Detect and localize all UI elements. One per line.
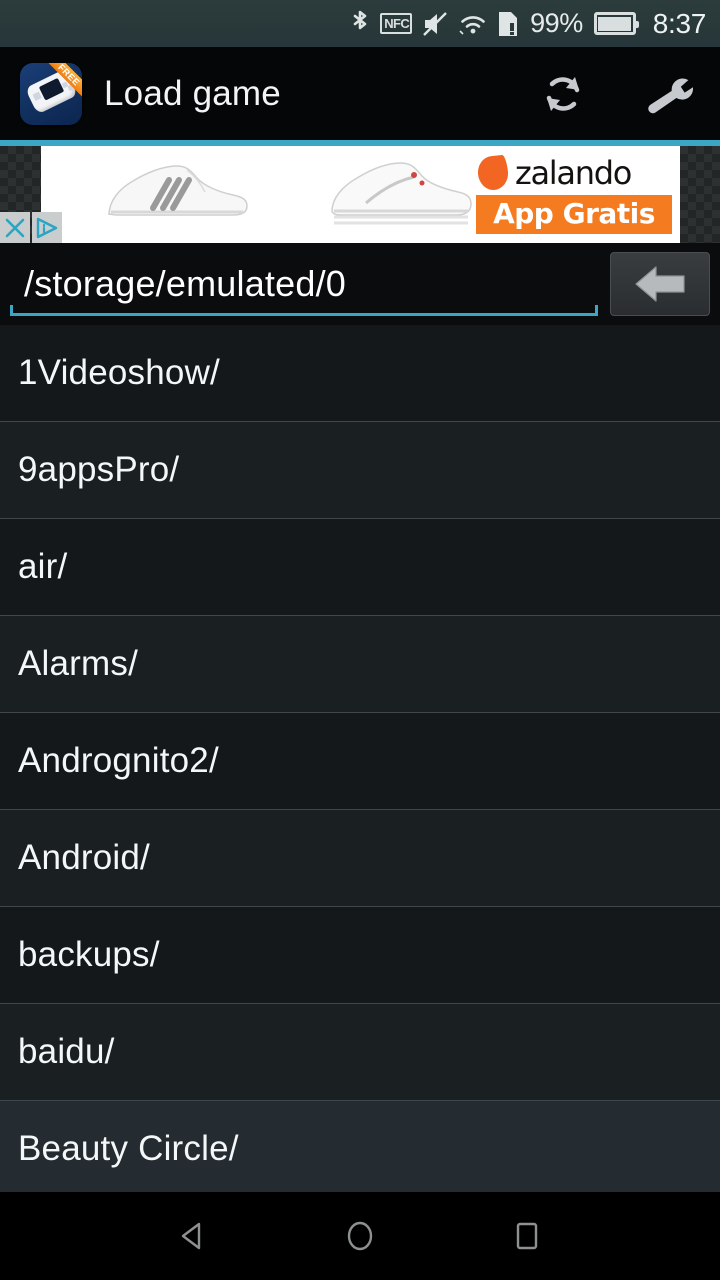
- battery-percent-label: 99%: [530, 8, 583, 38]
- ad-advertiser-label: zalando: [515, 153, 632, 192]
- arrow-left-icon: [635, 266, 685, 302]
- app-bar: FREE Load game: [0, 47, 720, 143]
- wifi-icon: [459, 15, 485, 35]
- navigate-up-button[interactable]: [610, 252, 710, 316]
- close-icon: [5, 218, 25, 237]
- file-list-item[interactable]: air/: [0, 519, 720, 616]
- file-list-item-label: Andrognito2/: [18, 741, 219, 780]
- nfc-icon: NFC: [380, 13, 413, 34]
- file-list-item-label: 1Videoshow/: [18, 353, 220, 392]
- file-list-item-label: Alarms/: [18, 644, 139, 683]
- file-list-item-label: 9appsPro/: [18, 450, 180, 489]
- wrench-icon: [648, 78, 693, 113]
- path-bar: /storage/emulated/0: [0, 243, 720, 325]
- path-input-value: /storage/emulated/0: [24, 263, 346, 304]
- ad-cta-button[interactable]: App Gratis: [476, 194, 672, 234]
- status-bar-icons: NFC 99% 8:37: [349, 8, 706, 40]
- android-home-button[interactable]: [325, 1206, 395, 1266]
- file-list[interactable]: 1Videoshow/9appsPro/air/Alarms/Andrognit…: [0, 325, 720, 1192]
- ad-banner[interactable]: zalando App Gratis: [0, 143, 720, 243]
- path-input[interactable]: /storage/emulated/0: [10, 248, 598, 320]
- file-list-item[interactable]: Alarms/: [0, 616, 720, 713]
- path-input-underline: [10, 305, 598, 316]
- file-list-item[interactable]: Android/: [0, 810, 720, 907]
- phone-screen: NFC 99% 8:37 FREE Load game zalando App …: [0, 0, 720, 1280]
- ad-brand-block: zalando App Gratis: [476, 153, 672, 234]
- triangle-left-icon: [182, 1222, 201, 1250]
- adchoices-icon: [36, 217, 58, 238]
- white-sneaker-adidas-image: [108, 164, 248, 216]
- volume-muted-icon: [423, 11, 448, 36]
- file-list-item[interactable]: 9appsPro/: [0, 422, 720, 519]
- adchoices-button[interactable]: [32, 212, 62, 243]
- file-list-item[interactable]: 1Videoshow/: [0, 325, 720, 422]
- android-recents-button[interactable]: [492, 1206, 562, 1266]
- ad-controls: [0, 212, 62, 243]
- file-list-item-label: Android/: [18, 838, 150, 877]
- page-title: Load game: [104, 73, 281, 113]
- file-list-item-label: Beauty Circle/: [18, 1129, 239, 1168]
- bluetooth-icon: [353, 10, 367, 29]
- android-back-button[interactable]: [158, 1206, 228, 1266]
- file-list-item-label: backups/: [18, 935, 160, 974]
- ad-logo-row: zalando: [476, 153, 672, 192]
- file-list-item[interactable]: baidu/: [0, 1004, 720, 1101]
- status-bar: NFC 99% 8:37: [0, 0, 720, 47]
- gba-emulator-app-icon: FREE: [20, 62, 82, 125]
- zalando-mark-icon: [476, 154, 510, 191]
- clock-label: 8:37: [652, 7, 707, 39]
- file-list-item[interactable]: Andrognito2/: [0, 713, 720, 810]
- file-list-item[interactable]: backups/: [0, 907, 720, 1004]
- file-list-item[interactable]: Beauty Circle/: [0, 1101, 720, 1192]
- ad-close-button[interactable]: [0, 212, 30, 243]
- file-list-item-label: air/: [18, 547, 68, 586]
- sim-alert-icon: [499, 11, 518, 36]
- android-nav-bar: [0, 1192, 720, 1280]
- refresh-button[interactable]: [532, 63, 594, 125]
- file-list-item-label: baidu/: [18, 1032, 115, 1071]
- circle-icon: [347, 1221, 373, 1251]
- refresh-icon: [546, 76, 580, 111]
- square-icon: [516, 1222, 537, 1250]
- settings-button[interactable]: [636, 63, 698, 125]
- white-sneaker-reebok-image: [331, 161, 472, 224]
- ad-content[interactable]: zalando App Gratis: [41, 146, 680, 243]
- battery-icon: [593, 12, 639, 35]
